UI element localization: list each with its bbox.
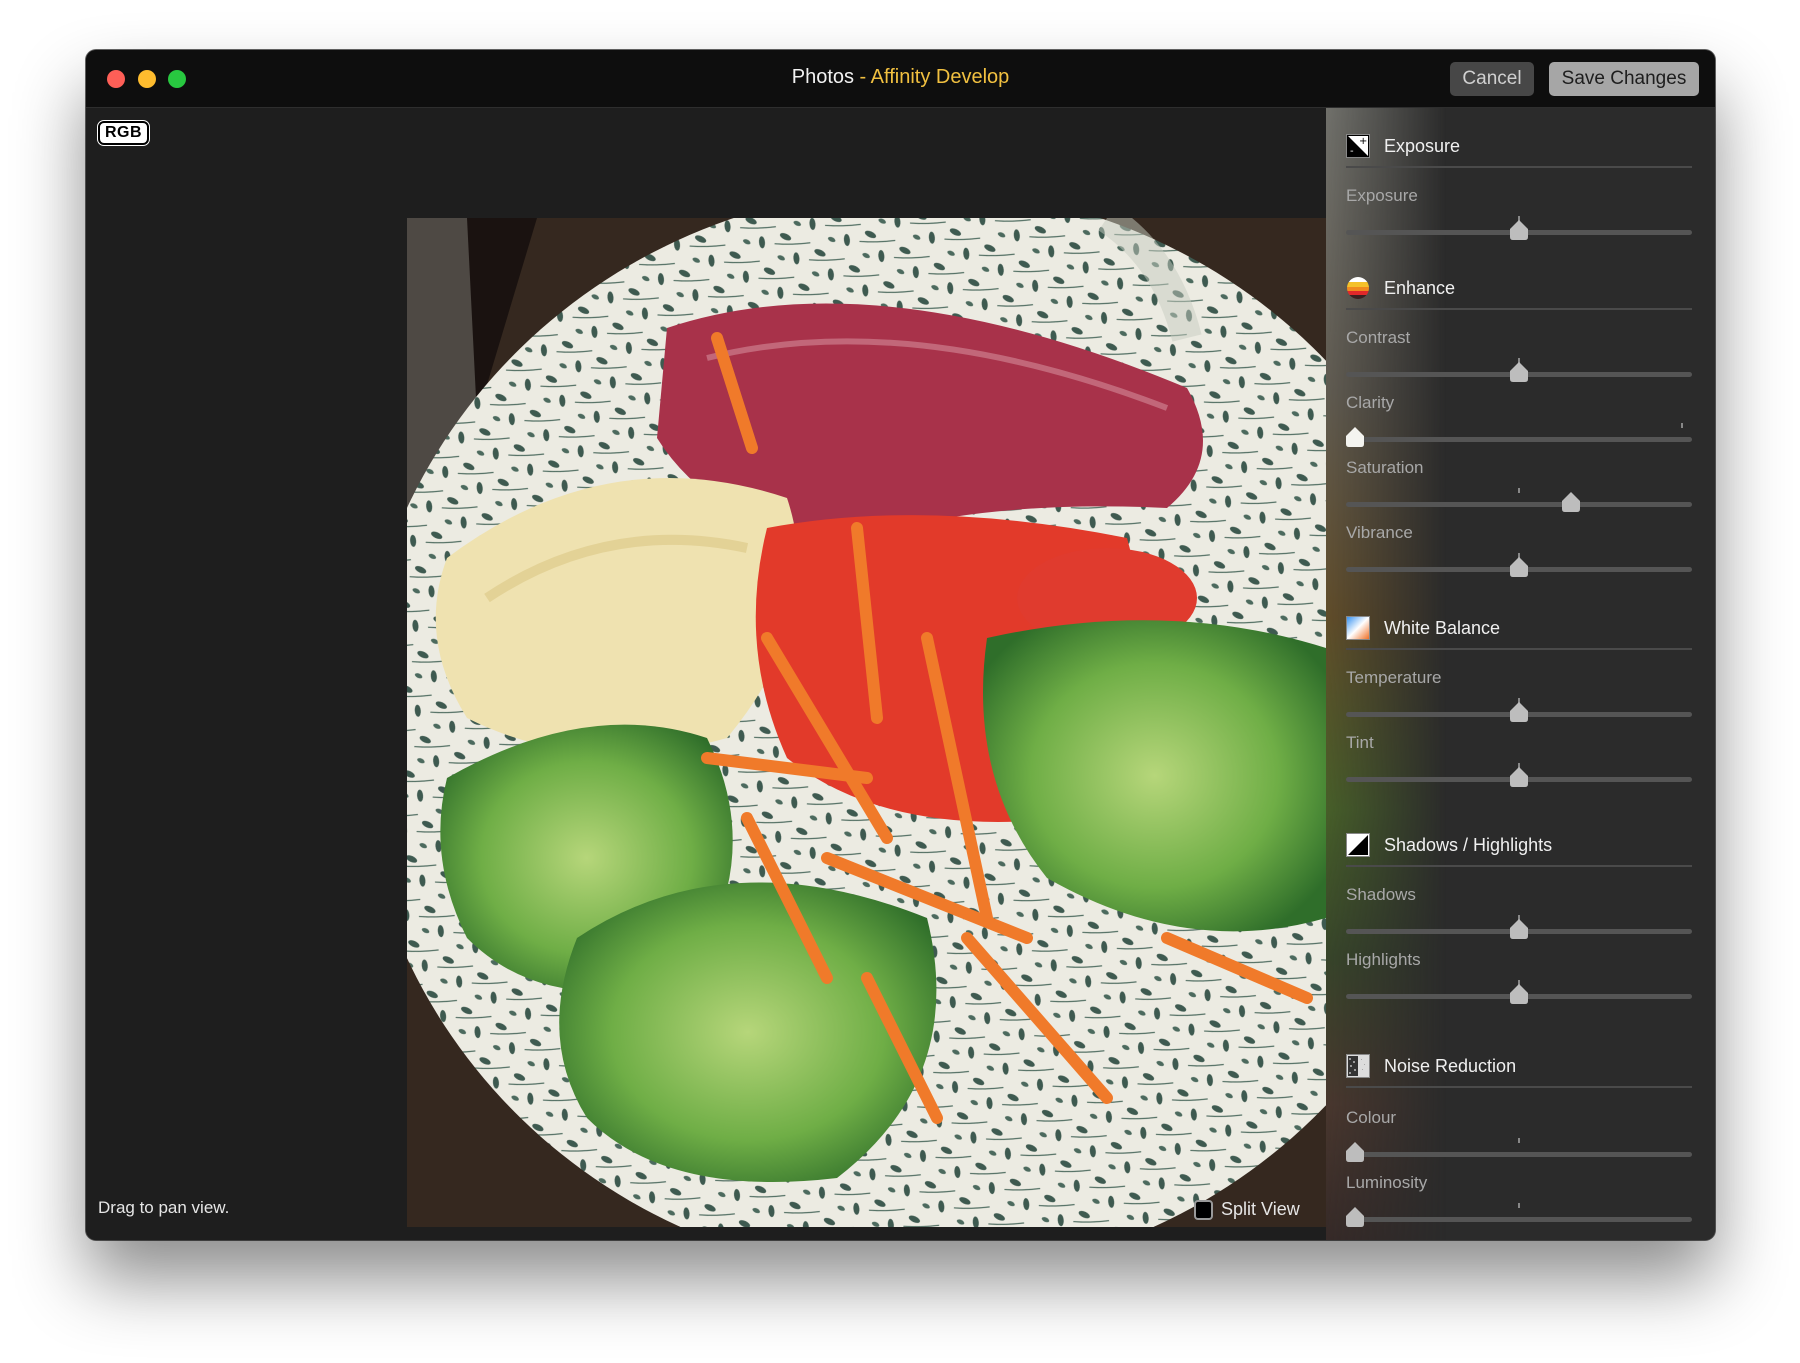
- slider-knob[interactable]: [1510, 767, 1528, 787]
- white-balance-icon: [1346, 616, 1370, 640]
- slider-label-luminosity: Luminosity: [1346, 1173, 1428, 1192]
- slider-clarity[interactable]: [1346, 423, 1692, 449]
- slider-vibrance[interactable]: [1346, 553, 1692, 579]
- slider-knob[interactable]: [1510, 919, 1528, 939]
- section-header-exposure[interactable]: + - Exposure: [1346, 126, 1692, 168]
- section-title: Noise Reduction: [1384, 1055, 1517, 1076]
- slider-default-tick: [1518, 1203, 1520, 1208]
- section-header-enhance[interactable]: Enhance: [1346, 268, 1692, 310]
- section-header-shadows-highlights[interactable]: Shadows / Highlights: [1346, 825, 1692, 867]
- title-prefix: Photos: [791, 66, 854, 88]
- slider-default-tick: [1518, 1138, 1520, 1143]
- slider-exposure[interactable]: [1346, 216, 1692, 242]
- slider-colour[interactable]: [1346, 1138, 1692, 1164]
- slider-knob[interactable]: [1510, 362, 1528, 382]
- slider-default-tick: [1518, 488, 1520, 493]
- slider-label-tint: Tint: [1346, 733, 1374, 752]
- slider-label-contrast: Contrast: [1346, 328, 1411, 347]
- app-window: Photos - Affinity Develop Cancel Save Ch…: [86, 50, 1715, 1240]
- slider-temperature[interactable]: [1346, 698, 1692, 724]
- slider-knob[interactable]: [1346, 1142, 1364, 1162]
- shadows-highlights-icon: [1346, 833, 1370, 857]
- slider-contrast[interactable]: [1346, 358, 1692, 384]
- noise-reduction-icon: [1346, 1054, 1370, 1078]
- slider-track[interactable]: [1346, 502, 1692, 507]
- section-title: Enhance: [1384, 277, 1456, 298]
- slider-knob[interactable]: [1346, 427, 1364, 447]
- slider-label-exposure: Exposure: [1346, 186, 1418, 205]
- slider-default-tick: [1680, 423, 1683, 428]
- slider-label-saturation: Saturation: [1346, 458, 1424, 477]
- photo-preview[interactable]: [407, 218, 1326, 1227]
- slider-luminosity[interactable]: [1346, 1203, 1692, 1229]
- section-header-noise-reduction[interactable]: Noise Reduction: [1346, 1046, 1692, 1088]
- slider-saturation[interactable]: [1346, 488, 1692, 514]
- salad-photo: [407, 218, 1326, 1227]
- slider-highlights[interactable]: [1346, 980, 1692, 1006]
- slider-knob[interactable]: [1510, 984, 1528, 1004]
- slider-knob[interactable]: [1346, 1207, 1364, 1227]
- adjustments-panel: + - Exposure Exposure Enhance Contrast Clarity…: [1326, 108, 1715, 1240]
- slider-track[interactable]: [1346, 1217, 1692, 1222]
- slider-tint[interactable]: [1346, 763, 1692, 789]
- section-title: Shadows / Highlights: [1384, 834, 1553, 855]
- slider-label-shadows: Shadows: [1346, 885, 1416, 904]
- slider-knob[interactable]: [1562, 492, 1581, 512]
- slider-shadows[interactable]: [1346, 915, 1692, 941]
- color-mode-badge: RGB: [98, 121, 150, 145]
- section-title: White Balance: [1384, 617, 1501, 638]
- slider-label-colour: Colour: [1346, 1108, 1397, 1127]
- enhance-icon: [1346, 276, 1370, 300]
- split-view-checkbox[interactable]: [1194, 1199, 1213, 1220]
- split-view-label: Split View: [1221, 1199, 1300, 1219]
- image-canvas[interactable]: RGB Drag to pan view. Split View: [86, 108, 1326, 1240]
- slider-label-highlights: Highlights: [1346, 950, 1421, 969]
- svg-text:+: +: [1359, 136, 1367, 147]
- title-app-name: Affinity Develop: [870, 66, 1010, 88]
- status-hint: Drag to pan view.: [98, 1198, 230, 1217]
- cancel-button[interactable]: Cancel: [1450, 62, 1534, 96]
- slider-label-vibrance: Vibrance: [1346, 523, 1413, 542]
- slider-track[interactable]: [1346, 1152, 1692, 1157]
- svg-text:-: -: [1350, 146, 1354, 157]
- slider-knob[interactable]: [1510, 557, 1528, 577]
- section-header-white-balance[interactable]: White Balance: [1346, 608, 1692, 650]
- split-view-toggle[interactable]: Split View: [1194, 1199, 1300, 1220]
- title-separator: -: [854, 66, 871, 88]
- slider-label-temperature: Temperature: [1346, 668, 1442, 687]
- save-changes-button[interactable]: Save Changes: [1549, 62, 1699, 96]
- slider-knob[interactable]: [1510, 220, 1528, 240]
- section-title: Exposure: [1384, 135, 1461, 156]
- exposure-icon: + -: [1346, 134, 1370, 158]
- slider-label-clarity: Clarity: [1346, 393, 1395, 412]
- title-bar: Photos - Affinity Develop Cancel Save Ch…: [86, 50, 1715, 108]
- slider-track[interactable]: [1346, 437, 1692, 442]
- slider-knob[interactable]: [1510, 702, 1528, 722]
